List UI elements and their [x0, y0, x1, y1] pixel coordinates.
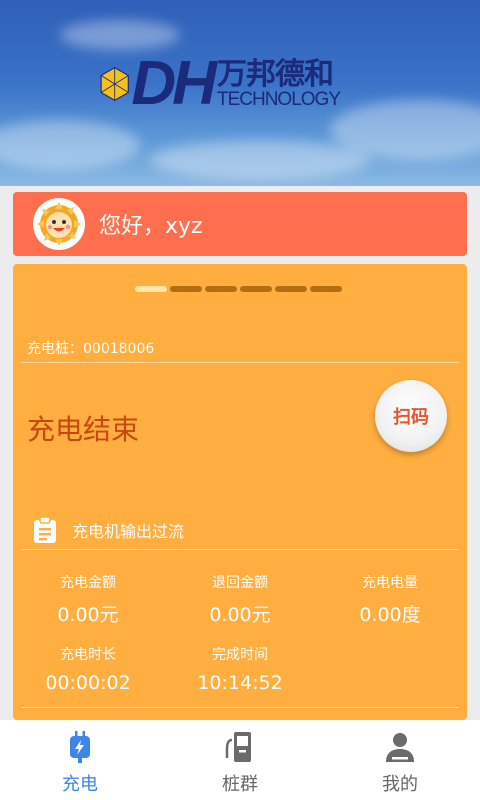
nav-tab-profile[interactable]: 我的 [320, 720, 480, 800]
stat-finish-time: 完成时间 10:14:52 [165, 644, 315, 694]
page-indicator [135, 286, 342, 292]
stat-label: 充电金额 [60, 575, 116, 591]
status-message-row: 充电机输出过流 [31, 516, 184, 544]
charging-pile-id: 充电桩：00018006 [27, 341, 155, 357]
logo-english-name: TECHNOLOGY [216, 89, 341, 111]
divider [21, 549, 459, 550]
page-indicator-dot[interactable] [275, 286, 307, 292]
hexagon-logo-icon [100, 66, 129, 102]
stat-energy: 充电电量 0.00度 [315, 572, 465, 627]
charging-station-icon [225, 732, 251, 762]
stat-label: 完成时间 [212, 647, 268, 663]
nav-tab-charge[interactable]: 充电 [0, 720, 160, 800]
user-profile-icon [386, 733, 414, 762]
greeting-text: 您好，xyz [99, 214, 203, 239]
clipboard-icon [34, 516, 56, 543]
page-indicator-dot[interactable] [205, 286, 237, 292]
charging-status-card: 充电桩：00018006 充电结束 扫码 充电机输出过流 充电金额 0.00元 … [13, 264, 467, 720]
stat-value: 0.00元 [57, 604, 119, 626]
stat-charge-amount: 充电金额 0.00元 [13, 572, 163, 627]
stat-label: 退回金额 [212, 575, 268, 591]
charging-status: 充电结束 [27, 413, 140, 446]
page-indicator-dot[interactable] [310, 286, 342, 292]
logo-chinese-name: 万邦德和 [216, 56, 334, 92]
stat-label: 充电时长 [60, 647, 116, 663]
nav-label: 桩群 [222, 774, 258, 795]
stat-value: 0.00度 [359, 604, 421, 626]
header-banner: DH 万邦德和 TECHNOLOGY [0, 0, 480, 186]
stat-value: 00:00:02 [45, 672, 131, 694]
page-indicator-dot[interactable] [135, 286, 167, 292]
nav-tab-stations[interactable]: 桩群 [160, 720, 320, 800]
company-logo: DH 万邦德和 TECHNOLOGY [100, 46, 341, 122]
page-indicator-dot[interactable] [170, 286, 202, 292]
stat-value: 10:14:52 [197, 672, 283, 694]
scan-qr-button[interactable]: 扫码 [375, 380, 447, 452]
nav-label: 充电 [62, 774, 98, 795]
page-indicator-dot[interactable] [240, 286, 272, 292]
charging-plug-icon [70, 731, 90, 763]
stat-value: 0.00元 [209, 604, 271, 626]
logo-mark: DH [131, 49, 217, 118]
bottom-navigation: 充电 桩群 我的 [0, 720, 480, 800]
divider [21, 707, 459, 708]
stat-duration: 充电时长 00:00:02 [13, 644, 163, 694]
nav-label: 我的 [382, 774, 418, 795]
greeting-bar: 您好，xyz [13, 192, 467, 256]
divider [21, 362, 459, 363]
stat-refund-amount: 退回金额 0.00元 [165, 572, 315, 627]
sun-avatar-icon [33, 198, 85, 250]
status-message: 充电机输出过流 [72, 522, 185, 541]
scan-button-label: 扫码 [393, 407, 429, 427]
stat-label: 充电电量 [362, 575, 418, 591]
